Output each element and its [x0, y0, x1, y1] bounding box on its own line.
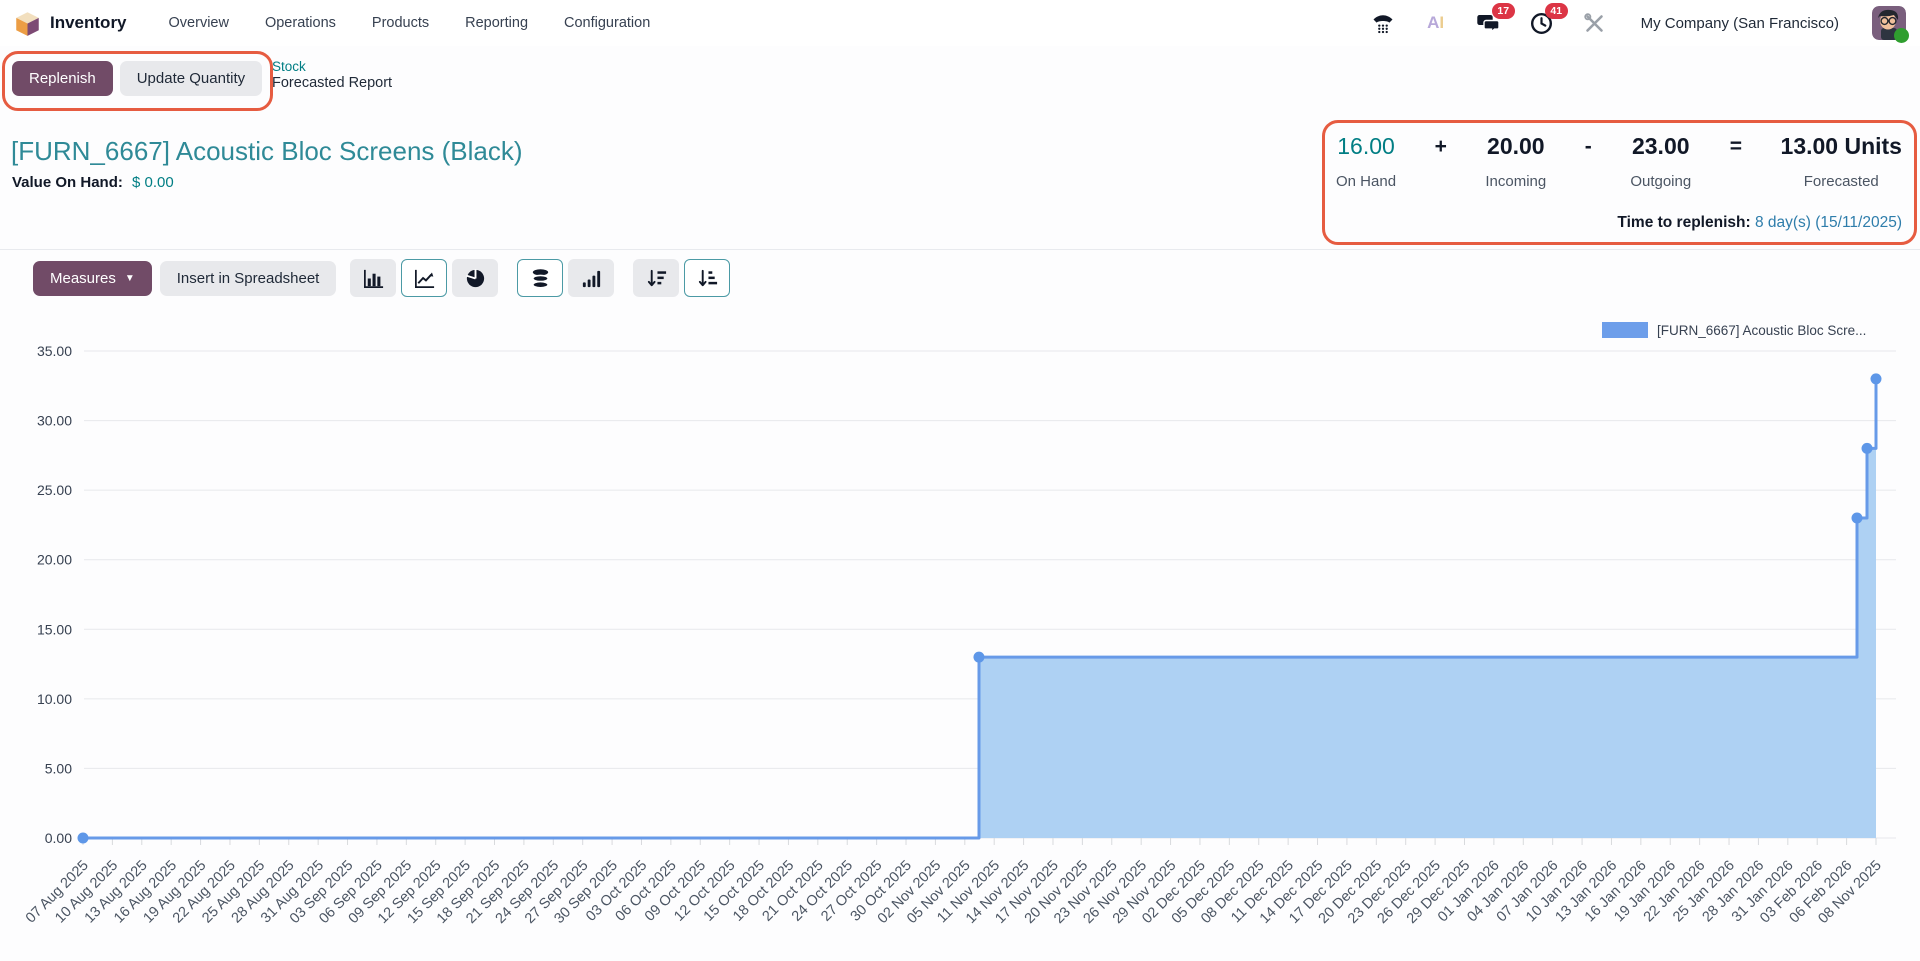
stat-operator-equals: =: [1730, 133, 1742, 190]
ai-letter-i: I: [1439, 13, 1444, 33]
stat-outgoing: 23.00 Outgoing: [1630, 133, 1691, 190]
inventory-app-icon[interactable]: [14, 10, 41, 37]
pie-chart-button[interactable]: [452, 259, 498, 297]
data-point-marker[interactable]: [1862, 443, 1873, 454]
product-title[interactable]: [FURN_6667] Acoustic Bloc Screens (Black…: [11, 136, 523, 167]
insert-in-spreadsheet-button[interactable]: Insert in Spreadsheet: [160, 261, 337, 296]
stat-on-hand[interactable]: 16.00 On Hand: [1336, 133, 1396, 190]
y-axis-label: 30.00: [37, 413, 72, 429]
tools-icon[interactable]: [1582, 10, 1608, 36]
replenish-button[interactable]: Replenish: [12, 61, 113, 96]
top-navbar: Inventory Overview Operations Products Repo…: [0, 0, 1920, 46]
nav-menu-operations[interactable]: Operations: [265, 15, 336, 31]
clock-icon[interactable]: 41: [1529, 10, 1555, 36]
stat-incoming: 20.00 Incoming: [1485, 133, 1546, 190]
systray: AI 17 41 My Company (San Francisco): [1370, 6, 1906, 40]
outgoing-value: 23.00: [1632, 133, 1690, 160]
stat-forecasted: 13.00 Units Forecasted: [1781, 133, 1902, 190]
stat-operator-minus: -: [1585, 133, 1592, 190]
cumulative-button[interactable]: [568, 259, 614, 297]
company-switcher[interactable]: My Company (San Francisco): [1641, 15, 1839, 32]
bar-chart-icon: [362, 267, 385, 290]
breadcrumb-stock-link[interactable]: Stock: [272, 59, 392, 74]
equals-sign: =: [1730, 133, 1742, 159]
time-to-replenish-label: Time to replenish:: [1617, 214, 1750, 231]
y-axis-label: 35.00: [37, 343, 72, 359]
sort-descending-button[interactable]: [633, 259, 679, 297]
chat-icon[interactable]: 17: [1476, 10, 1502, 36]
time-to-replenish: Time to replenish: 8 day(s) (15/11/2025): [1322, 214, 1902, 232]
avatar[interactable]: [1872, 6, 1906, 40]
data-point-marker[interactable]: [78, 833, 89, 844]
ai-letter-a: A: [1427, 13, 1439, 33]
bar-chart-button[interactable]: [350, 259, 396, 297]
graph-toolbar: Measures ▼ Insert in Spreadsheet: [33, 259, 730, 297]
value-on-hand-label: Value On Hand:: [12, 174, 123, 191]
sort-ascending-icon: [696, 267, 719, 290]
incoming-label: Incoming: [1485, 173, 1546, 190]
line-chart-icon: [413, 267, 436, 290]
main-menu: Overview Operations Products Reporting Confi…: [169, 15, 651, 31]
control-panel-buttons: Replenish Update Quantity: [12, 61, 262, 96]
measures-label: Measures: [50, 270, 116, 287]
y-axis-label: 5.00: [45, 760, 72, 776]
nav-menu-products[interactable]: Products: [372, 15, 429, 31]
data-point-marker[interactable]: [973, 652, 984, 663]
minus-sign: -: [1585, 133, 1592, 159]
breadcrumb: Stock Forecasted Report: [272, 59, 392, 91]
nav-menu-configuration[interactable]: Configuration: [564, 15, 650, 31]
y-axis-label: 0.00: [45, 830, 72, 846]
clock-badge: 41: [1545, 3, 1568, 19]
y-axis-label: 10.00: [37, 691, 72, 707]
app-name[interactable]: Inventory: [50, 13, 127, 33]
plus-sign: +: [1435, 133, 1447, 159]
online-status-dot: [1894, 28, 1909, 43]
measures-button[interactable]: Measures ▼: [33, 261, 152, 296]
sort-ascending-button[interactable]: [684, 259, 730, 297]
phone-icon[interactable]: [1370, 10, 1396, 36]
sort-descending-icon: [645, 267, 668, 290]
chat-badge: 17: [1492, 3, 1515, 19]
time-to-replenish-value[interactable]: 8 day(s) (15/11/2025): [1755, 214, 1902, 231]
on-hand-value[interactable]: 16.00: [1337, 133, 1395, 160]
nav-menu-reporting[interactable]: Reporting: [465, 15, 528, 31]
y-axis-label: 15.00: [37, 621, 72, 637]
forecasted-value: 13.00 Units: [1781, 133, 1902, 160]
forecast-chart[interactable]: 0.005.0010.0015.0020.0025.0030.0035.0007…: [0, 330, 1920, 961]
outgoing-label: Outgoing: [1630, 173, 1691, 190]
stat-operator-plus: +: [1435, 133, 1447, 190]
on-hand-label: On Hand: [1336, 173, 1396, 190]
stacked-icon: [529, 267, 552, 290]
nav-menu-overview[interactable]: Overview: [169, 15, 229, 31]
forecasted-label: Forecasted: [1804, 173, 1879, 190]
incoming-value: 20.00: [1487, 133, 1545, 160]
line-chart-button[interactable]: [401, 259, 447, 297]
data-point-marker[interactable]: [1871, 373, 1882, 384]
breadcrumb-current: Forecasted Report: [272, 75, 392, 91]
update-quantity-button[interactable]: Update Quantity: [120, 61, 262, 96]
y-axis-label: 25.00: [37, 482, 72, 498]
cumulative-icon: [580, 267, 603, 290]
pie-chart-icon: [464, 267, 487, 290]
y-axis-label: 20.00: [37, 552, 72, 568]
stacked-button[interactable]: [517, 259, 563, 297]
value-on-hand: Value On Hand: $ 0.00: [12, 174, 174, 191]
data-point-marker[interactable]: [1851, 512, 1862, 523]
panel-divider: [0, 249, 1920, 250]
ai-icon[interactable]: AI: [1423, 10, 1449, 36]
value-on-hand-amount[interactable]: $ 0.00: [132, 174, 174, 191]
chevron-down-icon: ▼: [125, 273, 135, 284]
forecast-stats: 16.00 On Hand + 20.00 Incoming - 23.00 O…: [1336, 133, 1902, 190]
